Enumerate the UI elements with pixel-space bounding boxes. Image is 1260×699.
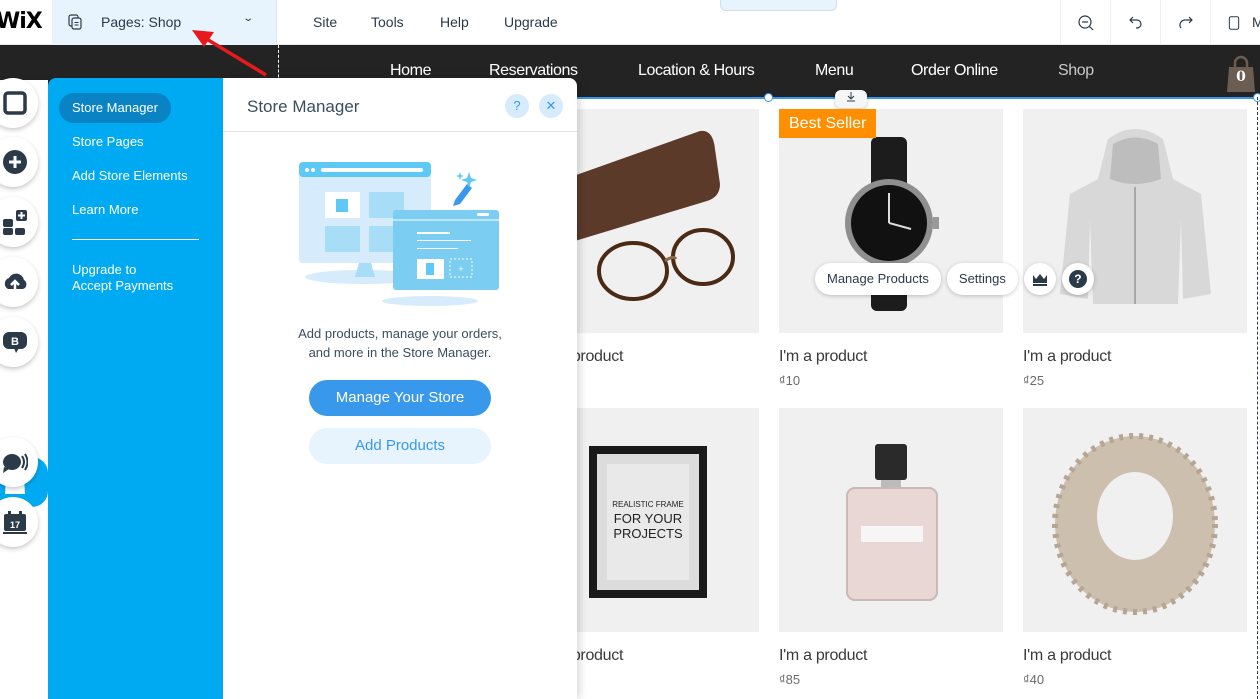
store-manager-panel: Store Manager ? ✕ + Add products, manage… xyxy=(223,78,577,699)
upgrade-line: Upgrade to xyxy=(72,262,137,277)
panel-help-button[interactable]: ? xyxy=(505,94,529,118)
mobile-icon xyxy=(1228,15,1240,30)
cart-button[interactable]: 0 xyxy=(1226,55,1256,93)
add-apps-icon xyxy=(3,210,27,235)
add-button[interactable] xyxy=(0,137,38,187)
stretch-anchor-button[interactable] xyxy=(835,90,867,108)
menu-upgrade[interactable]: Upgrade xyxy=(504,14,558,30)
left-tool-rail: B 17 xyxy=(0,78,48,699)
undo-button[interactable] xyxy=(1110,0,1160,45)
description-line: and more in the Store Manager. xyxy=(308,345,492,360)
description-line: Add products, manage your orders, xyxy=(298,326,502,341)
crown-icon xyxy=(1032,274,1047,286)
collapse-toolbar-button[interactable]: ^ xyxy=(720,0,837,11)
redo-icon xyxy=(1178,16,1193,28)
add-apps-button[interactable] xyxy=(0,197,38,247)
perfume-image xyxy=(779,408,1003,632)
selection-border xyxy=(570,97,1260,99)
svg-text:17: 17 xyxy=(10,520,20,530)
help-icon: ? xyxy=(1068,270,1087,288)
side-item-store-manager[interactable]: Store Manager xyxy=(59,93,171,123)
upload-button[interactable] xyxy=(0,257,38,307)
gridline xyxy=(1257,97,1258,699)
zoom-out-icon xyxy=(1077,14,1093,30)
chat-icon xyxy=(3,453,28,473)
cloud-upload-icon xyxy=(4,273,27,291)
pages-dropdown[interactable]: Pages: Shop ⌄ xyxy=(52,0,277,45)
upgrade-accept-payments-link[interactable]: Upgrade to Accept Payments xyxy=(72,262,173,294)
side-item-store-pages[interactable]: Store Pages xyxy=(72,134,144,149)
product-price: ₫40 xyxy=(1023,672,1045,687)
pages-label: Pages: Shop xyxy=(101,14,182,30)
nav-menu[interactable]: Menu xyxy=(815,62,854,80)
product-image-scarf[interactable] xyxy=(1023,408,1247,632)
help-button[interactable]: ? xyxy=(1061,263,1094,295)
manage-products-button[interactable]: Manage Products xyxy=(815,263,941,295)
redo-button[interactable] xyxy=(1160,0,1210,45)
product-name[interactable]: I'm a product xyxy=(779,348,867,366)
svg-text:+: + xyxy=(458,264,463,274)
product-image-watch[interactable] xyxy=(779,109,1003,333)
upgrade-line: Accept Payments xyxy=(72,278,174,293)
divider xyxy=(223,131,577,132)
nav-location-hours[interactable]: Location & Hours xyxy=(638,62,755,80)
frame-caption: REALISTIC FRAME FOR YOUR PROJECTS xyxy=(589,500,707,541)
settings-button[interactable]: Settings xyxy=(946,263,1018,295)
divider xyxy=(72,239,199,240)
product-name[interactable]: I'm a product xyxy=(1023,348,1111,366)
hoodie-image xyxy=(1023,109,1247,333)
add-icon xyxy=(3,150,27,174)
add-products-button[interactable]: Add Products xyxy=(309,428,491,464)
menu-site[interactable]: Site xyxy=(313,14,337,30)
background-icon xyxy=(3,91,27,115)
mobile-label: M xyxy=(1252,14,1260,30)
product-price: ₫25 xyxy=(1023,373,1045,388)
manage-your-store-button[interactable]: Manage Your Store xyxy=(309,380,491,416)
upgrade-crown-button[interactable] xyxy=(1023,263,1056,295)
product-price: ₫10 xyxy=(779,373,801,388)
side-item-add-store-elements[interactable]: Add Store Elements xyxy=(72,168,188,183)
side-item-learn-more[interactable]: Learn More xyxy=(72,202,138,217)
frame-text-line: REALISTIC FRAME xyxy=(612,500,684,509)
selection-handle[interactable] xyxy=(764,93,773,102)
undo-icon xyxy=(1128,16,1142,29)
store-illustration: + xyxy=(299,162,499,306)
panel-description: Add products, manage your orders, and mo… xyxy=(223,324,577,362)
pages-icon xyxy=(68,14,82,30)
best-seller-ribbon: Best Seller xyxy=(779,109,877,138)
frame-text-line: PROJECTS xyxy=(613,526,683,541)
watch-image xyxy=(779,109,1003,333)
store-panel-sidebar: Store Manager Store Pages Add Store Elem… xyxy=(48,78,223,699)
menu-help[interactable]: Help xyxy=(440,14,469,30)
product-name[interactable]: I'm a product xyxy=(779,647,867,665)
nav-shop[interactable]: Shop xyxy=(1058,62,1094,80)
background-button[interactable] xyxy=(0,78,38,128)
calendar-icon: 17 xyxy=(3,511,27,534)
chevron-down-icon: ⌄ xyxy=(242,13,255,24)
scarf-image xyxy=(1023,408,1247,632)
nav-order-online[interactable]: Order Online xyxy=(911,62,998,80)
panel-close-button[interactable]: ✕ xyxy=(539,94,563,118)
zoom-out-button[interactable] xyxy=(1060,0,1110,45)
cart-count: 0 xyxy=(1236,69,1246,85)
blog-button[interactable]: B xyxy=(0,317,38,367)
product-price: ₫85 xyxy=(779,672,801,687)
frame-text-line: FOR YOUR xyxy=(613,511,683,526)
blog-icon: B xyxy=(3,332,27,353)
gallery-action-bar: Manage Products Settings ? xyxy=(815,263,1094,295)
product-image-hoodie[interactable] xyxy=(1023,109,1247,333)
product-name[interactable]: I'm a product xyxy=(1023,647,1111,665)
editor-topbar: WiX Pages: Shop ⌄ Site Tools Help Upgrad… xyxy=(0,0,1260,45)
menu-tools[interactable]: Tools xyxy=(371,14,404,30)
svg-text:B: B xyxy=(11,336,19,348)
product-image-perfume[interactable] xyxy=(779,408,1003,632)
download-icon xyxy=(847,92,855,102)
panel-title: Store Manager xyxy=(247,97,360,116)
wix-logo[interactable]: WiX xyxy=(0,9,43,34)
